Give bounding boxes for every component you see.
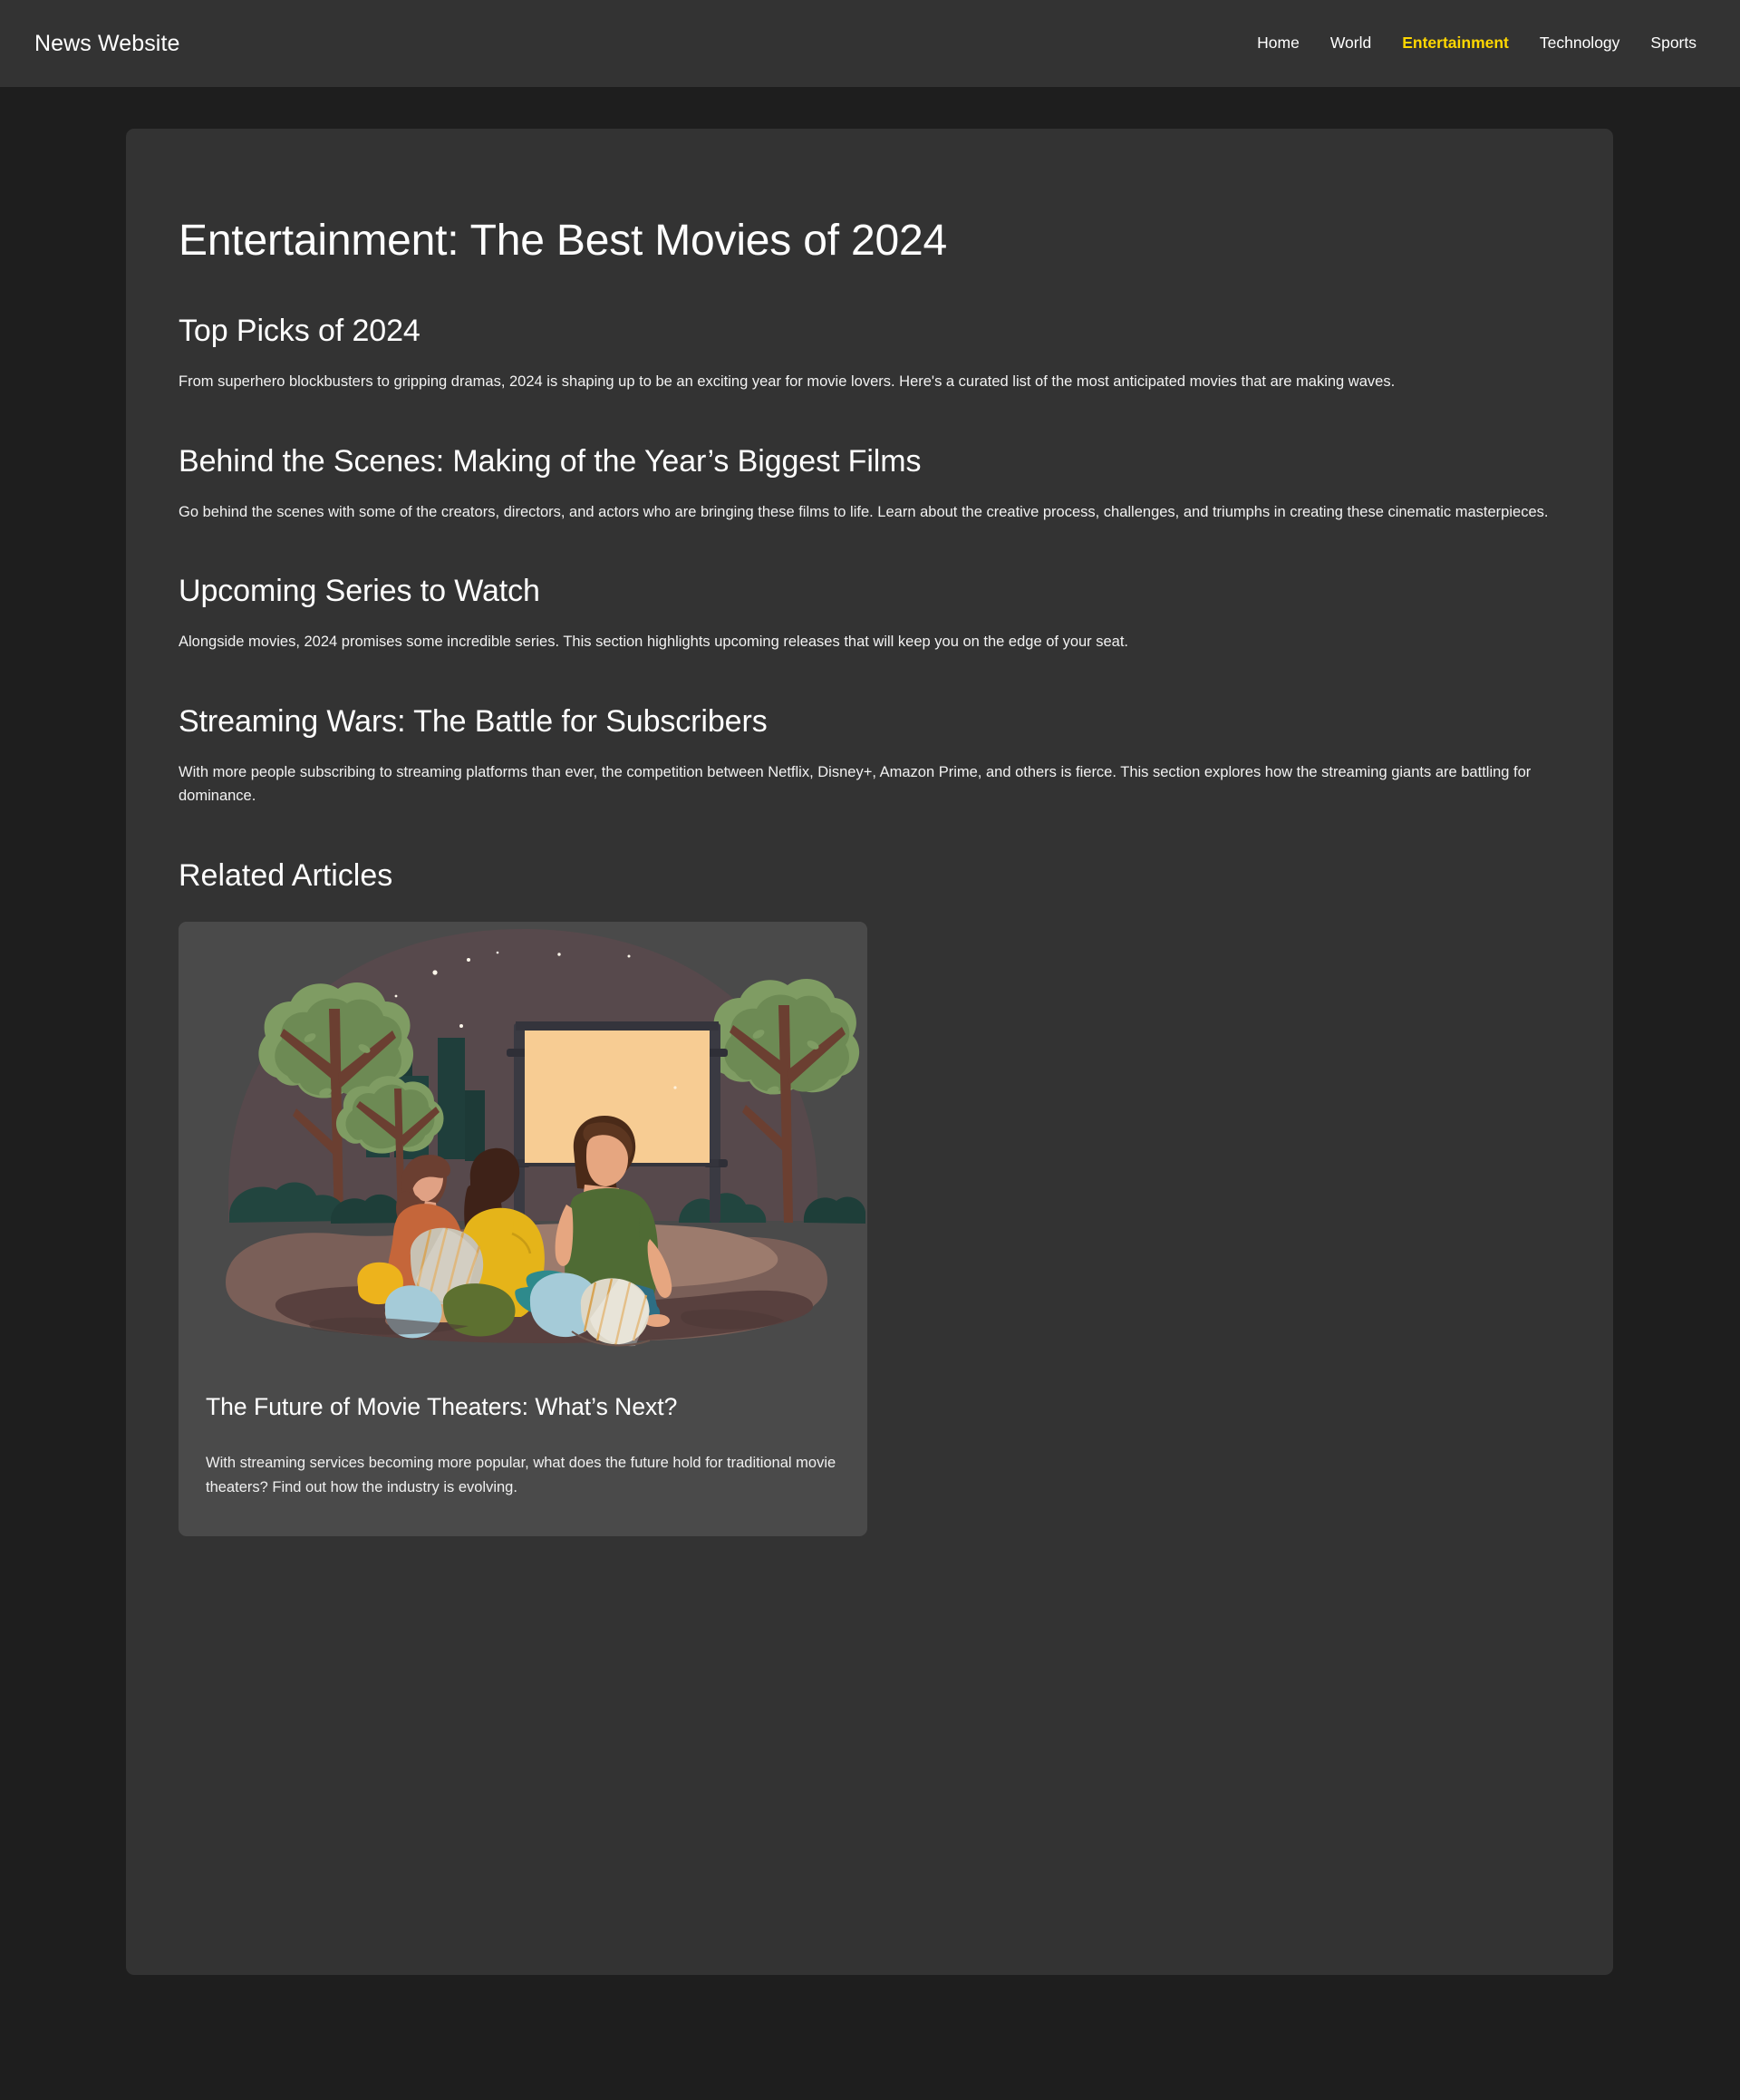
page-title: Entertainment: The Best Movies of 2024 xyxy=(179,217,947,265)
article-section-top-picks: Top Picks of 2024 From superhero blockbu… xyxy=(179,313,1561,394)
related-articles-heading: Related Articles xyxy=(179,857,393,893)
nav-item-home[interactable]: Home xyxy=(1257,35,1300,52)
related-card-body: The Future of Movie Theaters: What’s Nex… xyxy=(179,1360,867,1536)
related-card-excerpt: With streaming services becoming more po… xyxy=(206,1455,836,1495)
article-container: Entertainment: The Best Movies of 2024 T… xyxy=(126,129,1613,1975)
outdoor-movie-night-illustration xyxy=(179,921,867,1360)
section-heading: Behind the Scenes: Making of the Year’s … xyxy=(179,443,922,479)
section-paragraph: Go behind the scenes with some of the cr… xyxy=(179,503,1549,520)
section-paragraph: Alongside movies, 2024 promises some inc… xyxy=(179,634,1129,651)
nav-item-world[interactable]: World xyxy=(1330,35,1371,52)
site-header: News Website Home World Entertainment Te… xyxy=(0,0,1740,87)
nav-item-sports[interactable]: Sports xyxy=(1650,35,1696,52)
section-paragraph: From superhero blockbusters to gripping … xyxy=(179,373,1396,390)
nav-item-technology[interactable]: Technology xyxy=(1540,35,1620,52)
related-article-card[interactable]: The Future of Movie Theaters: What’s Nex… xyxy=(179,921,867,1536)
page-main: Entertainment: The Best Movies of 2024 T… xyxy=(0,87,1740,1975)
article-section-behind-the-scenes: Behind the Scenes: Making of the Year’s … xyxy=(179,443,1561,525)
section-paragraph: With more people subscribing to streamin… xyxy=(179,763,1532,805)
related-articles-section: Related Articles The Future of Movie The… xyxy=(179,857,1561,1536)
article-section-streaming-wars: Streaming Wars: The Battle for Subscribe… xyxy=(179,703,1561,808)
related-card-title[interactable]: The Future of Movie Theaters: What’s Nex… xyxy=(206,1391,840,1422)
section-heading: Streaming Wars: The Battle for Subscribe… xyxy=(179,703,768,739)
site-brand[interactable]: News Website xyxy=(34,32,180,55)
section-heading: Upcoming Series to Watch xyxy=(179,574,540,609)
article-section-upcoming-series: Upcoming Series to Watch Alongside movie… xyxy=(179,573,1561,654)
main-navigation: Home World Entertainment Technology Spor… xyxy=(1257,35,1706,52)
related-articles-grid: The Future of Movie Theaters: What’s Nex… xyxy=(179,921,1561,1536)
nav-item-entertainment[interactable]: Entertainment xyxy=(1402,35,1509,52)
section-heading: Top Picks of 2024 xyxy=(179,314,420,349)
